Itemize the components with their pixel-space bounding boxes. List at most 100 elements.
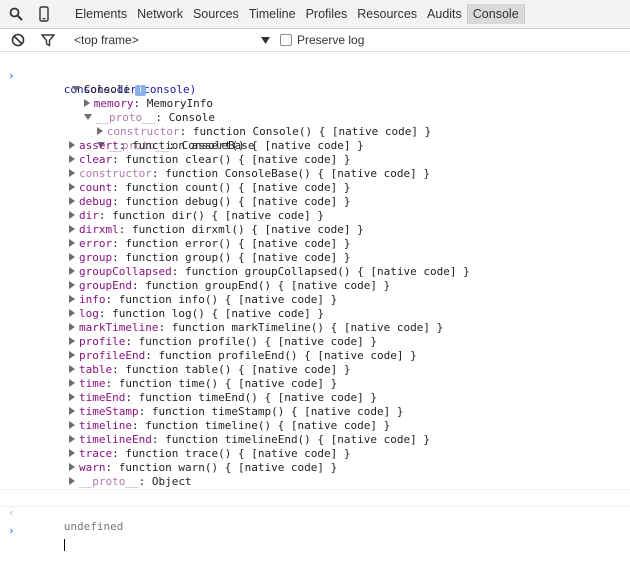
property-key: timeline (79, 419, 132, 432)
separator: : (139, 405, 152, 418)
console-prompt[interactable]: › (0, 507, 630, 524)
expand-triangle-icon[interactable] (69, 169, 75, 177)
filter-icon[interactable] (38, 30, 58, 50)
tab-sources[interactable]: Sources (188, 0, 244, 29)
tree-node-method[interactable]: timeline: function timeline() { [native … (0, 419, 630, 433)
separator: : (99, 209, 112, 222)
expand-triangle-icon[interactable] (69, 295, 75, 303)
expand-triangle-icon[interactable] (69, 211, 75, 219)
property-key: profileEnd (79, 349, 145, 362)
preserve-log-checkbox[interactable] (280, 34, 292, 46)
property-value: function count() { [native code] } (125, 181, 350, 194)
expand-triangle-icon[interactable] (69, 407, 75, 415)
expand-triangle-icon[interactable] (69, 421, 75, 429)
expand-triangle-icon[interactable] (69, 393, 75, 401)
tree-node-method[interactable]: trace: function trace() { [native code] … (0, 447, 630, 461)
property-key: error (79, 237, 112, 250)
tree-node-method[interactable]: log: function log() { [native code] } (0, 307, 630, 321)
preserve-log-toggle[interactable]: Preserve log (280, 33, 364, 47)
property-value: function time() { [native code] } (119, 377, 338, 390)
expand-triangle-icon[interactable] (69, 155, 75, 163)
expand-triangle-icon[interactable] (69, 379, 75, 387)
clear-console-icon[interactable] (8, 30, 28, 50)
tree-node-method[interactable]: debug: function debug() { [native code] … (0, 195, 630, 209)
tab-console[interactable]: Console (467, 4, 525, 24)
tree-node-method[interactable]: groupEnd: function groupEnd() { [native … (0, 279, 630, 293)
expand-triangle-icon[interactable] (69, 267, 75, 275)
expand-triangle-icon[interactable] (69, 463, 75, 471)
tab-network[interactable]: Network (132, 0, 188, 29)
console-output[interactable]: › console.dir(console) Consolei memory: … (0, 53, 630, 561)
tree-node-method[interactable]: info: function info() { [native code] } (0, 293, 630, 307)
tree-node-method[interactable]: assert: function assert() { [native code… (0, 139, 630, 153)
console-filterbar: <top frame> Preserve log (0, 29, 630, 52)
tree-node-method[interactable]: profileEnd: function profileEnd() { [nat… (0, 349, 630, 363)
tab-audits[interactable]: Audits (422, 0, 467, 29)
separator: : (125, 391, 138, 404)
property-value: function debug() { [native code] } (125, 195, 350, 208)
tree-node-method[interactable]: profile: function profile() { [native co… (0, 335, 630, 349)
tree-node-method[interactable]: clear: function clear() { [native code] … (0, 153, 630, 167)
expand-triangle-icon[interactable] (69, 435, 75, 443)
property-value: function groupCollapsed() { [native code… (185, 265, 470, 278)
tree-node-method[interactable]: dir: function dir() { [native code] } (0, 209, 630, 223)
expand-triangle-icon[interactable] (69, 365, 75, 373)
expand-triangle-icon[interactable] (69, 225, 75, 233)
tree-node-proto-base[interactable]: __proto__: ConsoleBase (0, 125, 630, 139)
property-value: function trace() { [native code] } (125, 447, 350, 460)
tree-node-method[interactable]: timelineEnd: function timelineEnd() { [n… (0, 433, 630, 447)
tree-node-method[interactable]: group: function group() { [native code] … (0, 251, 630, 265)
separator: : (112, 447, 125, 460)
search-icon[interactable] (6, 4, 26, 24)
property-value: function profileEnd() { [native code] } (158, 349, 416, 362)
tree-node-proto[interactable]: __proto__: Console (0, 97, 630, 111)
separator: : (132, 419, 145, 432)
expand-triangle-icon[interactable] (69, 197, 75, 205)
expand-triangle-icon[interactable] (69, 253, 75, 261)
tab-resources[interactable]: Resources (352, 0, 422, 29)
tree-node-method[interactable]: markTimeline: function markTimeline() { … (0, 321, 630, 335)
expand-triangle-icon[interactable] (69, 141, 75, 149)
property-value: function table() { [native code] } (125, 363, 350, 376)
expand-triangle-icon[interactable] (69, 183, 75, 191)
tree-node-method[interactable]: dirxml: function dirxml() { [native code… (0, 223, 630, 237)
property-key: info (79, 293, 106, 306)
devtools-toolbar: Elements Network Sources Timeline Profil… (0, 0, 630, 29)
tab-timeline[interactable]: Timeline (244, 0, 301, 29)
expand-triangle-icon[interactable] (69, 337, 75, 345)
expand-triangle-icon[interactable] (69, 323, 75, 331)
property-key: profile (79, 335, 125, 348)
property-value: function clear() { [native code] } (125, 153, 350, 166)
tree-node-method[interactable]: constructor: function ConsoleBase() { [n… (0, 167, 630, 181)
tree-node-method[interactable]: error: function error() { [native code] … (0, 237, 630, 251)
tree-node-root[interactable]: Consolei (0, 69, 630, 83)
separator: : (112, 251, 125, 264)
expand-triangle-icon[interactable] (69, 281, 75, 289)
tree-node-method[interactable]: groupCollapsed: function groupCollapsed(… (0, 265, 630, 279)
separator: : (152, 433, 165, 446)
preserve-log-label: Preserve log (297, 33, 364, 47)
property-value: function timelineEnd() { [native code] } (165, 433, 430, 446)
separator: : (112, 363, 125, 376)
property-key: debug (79, 195, 112, 208)
expand-triangle-icon[interactable] (69, 449, 75, 457)
tree-node-method[interactable]: timeStamp: function timeStamp() { [nativ… (0, 405, 630, 419)
tree-node-memory[interactable]: memory: MemoryInfo (0, 83, 630, 97)
tab-profiles[interactable]: Profiles (301, 0, 353, 29)
tree-node-method[interactable]: table: function table() { [native code] … (0, 363, 630, 377)
input-prompt-icon: › (8, 524, 15, 538)
expand-triangle-icon[interactable] (69, 309, 75, 317)
frame-select[interactable]: <top frame> (74, 33, 270, 47)
tree-node-method[interactable]: __proto__: Object (0, 475, 630, 489)
tree-node-method[interactable]: timeEnd: function timeEnd() { [native co… (0, 391, 630, 405)
separator: : (125, 335, 138, 348)
expand-triangle-icon[interactable] (69, 239, 75, 247)
tree-node-constructor[interactable]: constructor: function Console() { [nativ… (0, 111, 630, 125)
tree-node-method[interactable]: time: function time() { [native code] } (0, 377, 630, 391)
tab-elements[interactable]: Elements (70, 0, 132, 29)
tree-node-method[interactable]: count: function count() { [native code] … (0, 181, 630, 195)
tree-node-method[interactable]: warn: function warn() { [native code] } (0, 461, 630, 475)
device-mode-icon[interactable] (34, 4, 54, 24)
expand-triangle-icon[interactable] (69, 477, 75, 485)
expand-triangle-icon[interactable] (69, 351, 75, 359)
